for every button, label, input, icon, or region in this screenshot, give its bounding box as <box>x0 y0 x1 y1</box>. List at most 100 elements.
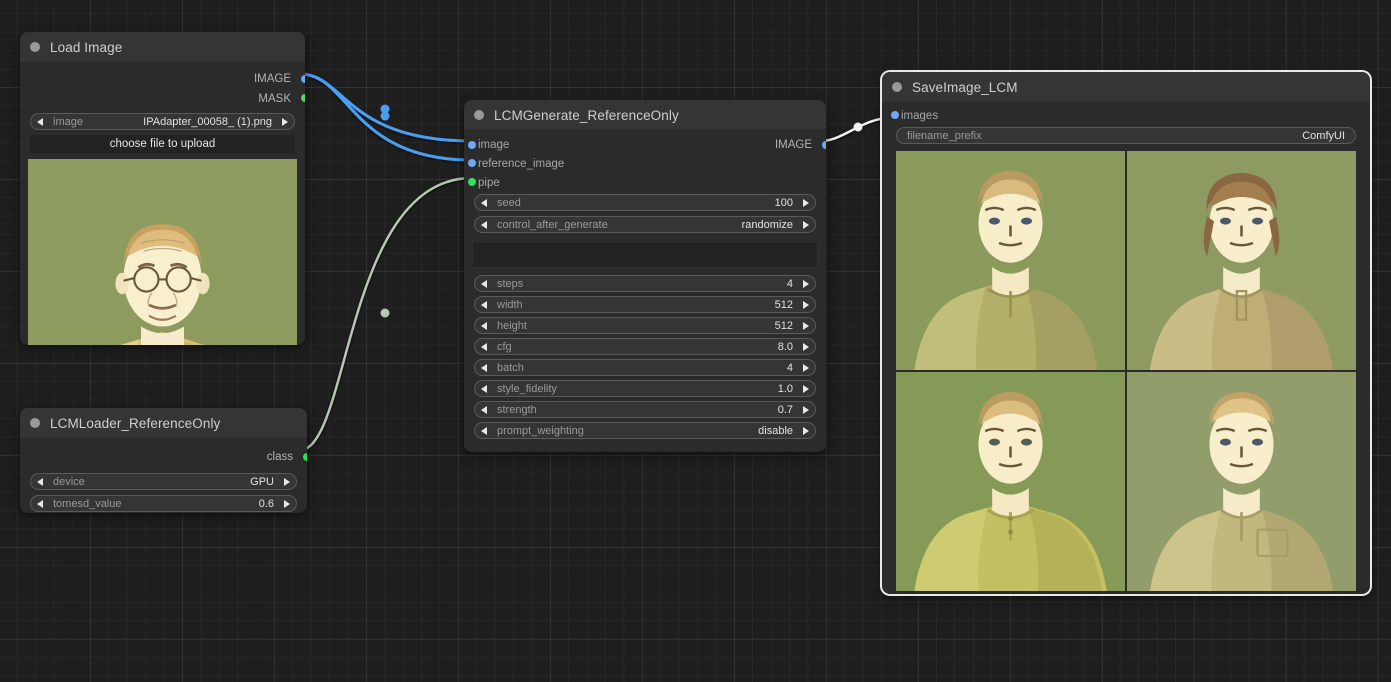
widget-value: 1.0 <box>777 382 793 395</box>
result-thumbnail[interactable] <box>896 151 1125 370</box>
increment-arrow-icon[interactable] <box>803 321 809 330</box>
link-midpoint-dot[interactable] <box>853 122 863 132</box>
widget-label: style_fidelity <box>497 382 557 395</box>
output-slot-image[interactable]: IMAGE <box>20 69 305 89</box>
input-slot-image[interactable]: image IMAGE <box>464 135 826 154</box>
node-body: class device GPU tomesd_value 0.6 <box>20 439 307 513</box>
image-slot-dot-icon[interactable] <box>891 111 899 119</box>
decrement-arrow-icon[interactable] <box>481 321 487 330</box>
increment-arrow-icon[interactable] <box>282 117 288 126</box>
decrement-arrow-icon[interactable] <box>481 342 487 351</box>
widget-value: randomize <box>741 218 793 231</box>
output-slot-mask[interactable]: MASK <box>20 89 305 108</box>
link-midpoint-dot[interactable] <box>380 111 390 121</box>
node-title-bar[interactable]: LCMLoader_ReferenceOnly <box>20 408 307 439</box>
increment-arrow-icon[interactable] <box>803 342 809 351</box>
node-title-text: LCMLoader_ReferenceOnly <box>50 415 221 431</box>
decrement-arrow-icon[interactable] <box>481 405 487 414</box>
image-slot-dot-icon[interactable] <box>468 141 476 149</box>
results-grid <box>896 151 1356 591</box>
widget-control-after-generate[interactable]: control_after_generate randomize <box>474 216 816 233</box>
output-slot-class[interactable]: class <box>20 447 307 467</box>
link-midpoint-dot[interactable] <box>380 308 390 318</box>
increment-arrow-icon[interactable] <box>284 499 290 508</box>
decrement-arrow-icon[interactable] <box>481 363 487 372</box>
widget-filename-prefix[interactable]: filename_prefix ComfyUI <box>896 127 1356 144</box>
result-thumbnail[interactable] <box>896 372 1125 591</box>
widget-width[interactable]: width 512 <box>474 296 816 313</box>
pipe-slot-dot-icon[interactable] <box>303 453 307 461</box>
mask-slot-dot-icon[interactable] <box>301 94 305 102</box>
node-body: image IMAGE reference_image pipe seed 10… <box>464 131 826 449</box>
increment-arrow-icon[interactable] <box>284 477 290 486</box>
decrement-arrow-icon[interactable] <box>481 300 487 309</box>
image-slot-dot-icon[interactable] <box>468 159 476 167</box>
increment-arrow-icon[interactable] <box>803 405 809 414</box>
widget-tomesd-value[interactable]: tomesd_value 0.6 <box>30 495 297 512</box>
output-slot-image[interactable]: IMAGE <box>775 139 826 151</box>
widget-label: tomesd_value <box>53 497 122 510</box>
increment-arrow-icon[interactable] <box>803 279 809 288</box>
prompt-textarea[interactable] <box>472 241 818 268</box>
widget-steps[interactable]: steps 4 <box>474 275 816 292</box>
image-slot-dot-icon[interactable] <box>301 75 305 83</box>
node-save-image-lcm[interactable]: SaveImage_LCM images filename_prefix Com… <box>882 72 1370 594</box>
image-slot-dot-icon[interactable] <box>822 141 826 149</box>
widget-strength[interactable]: strength 0.7 <box>474 401 816 418</box>
node-lcm-loader-reference-only[interactable]: LCMLoader_ReferenceOnly class device GPU… <box>20 408 307 513</box>
input-slot-reference-image[interactable]: reference_image <box>464 154 826 173</box>
widget-cfg[interactable]: cfg 8.0 <box>474 338 816 355</box>
increment-arrow-icon[interactable] <box>803 426 809 435</box>
decrement-arrow-icon[interactable] <box>481 220 487 229</box>
widget-style-fidelity[interactable]: style_fidelity 1.0 <box>474 380 816 397</box>
decrement-arrow-icon[interactable] <box>37 477 43 486</box>
link-midpoint-dot[interactable] <box>380 104 390 114</box>
decrement-arrow-icon[interactable] <box>481 279 487 288</box>
widget-device[interactable]: device GPU <box>30 473 297 490</box>
output-slot-label: MASK <box>258 92 291 105</box>
result-thumbnail[interactable] <box>1127 372 1356 591</box>
increment-arrow-icon[interactable] <box>803 363 809 372</box>
link-image-to-reference <box>299 72 473 162</box>
collapse-dot-icon[interactable] <box>474 110 484 120</box>
node-body: images filename_prefix ComfyUI <box>882 103 1370 594</box>
choose-file-to-upload-button[interactable]: choose file to upload <box>30 135 295 153</box>
node-title-bar[interactable]: Load Image <box>20 32 305 63</box>
result-thumbnail[interactable] <box>1127 151 1356 370</box>
input-slot-pipe[interactable]: pipe <box>464 173 826 192</box>
increment-arrow-icon[interactable] <box>803 220 809 229</box>
widget-label: batch <box>497 361 524 374</box>
node-load-image[interactable]: Load Image IMAGE MASK image IPAdapter_00… <box>20 32 305 345</box>
widget-height[interactable]: height 512 <box>474 317 816 334</box>
input-slot-label: image <box>478 138 510 151</box>
increment-arrow-icon[interactable] <box>803 198 809 207</box>
widget-image[interactable]: image IPAdapter_00058_ (1).png <box>30 113 295 130</box>
decrement-arrow-icon[interactable] <box>481 198 487 207</box>
link-image-to-image <box>299 72 473 143</box>
node-lcm-generate-reference-only[interactable]: LCMGenerate_ReferenceOnly image IMAGE re… <box>464 100 826 452</box>
collapse-dot-icon[interactable] <box>30 418 40 428</box>
node-title-bar[interactable]: SaveImage_LCM <box>882 72 1370 103</box>
increment-arrow-icon[interactable] <box>803 384 809 393</box>
increment-arrow-icon[interactable] <box>803 300 809 309</box>
collapse-dot-icon[interactable] <box>892 82 902 92</box>
decrement-arrow-icon[interactable] <box>481 384 487 393</box>
comfyui-graph-canvas[interactable]: Load Image IMAGE MASK image IPAdapter_00… <box>0 0 1391 682</box>
widget-seed[interactable]: seed 100 <box>474 194 816 211</box>
widget-prompt-weighting[interactable]: prompt_weighting disable <box>474 422 816 439</box>
widget-value: 8.0 <box>777 340 793 353</box>
output-slot-label: IMAGE <box>774 138 812 151</box>
decrement-arrow-icon[interactable] <box>37 117 43 126</box>
node-title-bar[interactable]: LCMGenerate_ReferenceOnly <box>464 100 826 131</box>
image-preview[interactable] <box>28 159 297 345</box>
decrement-arrow-icon[interactable] <box>481 426 487 435</box>
pipe-slot-dot-icon[interactable] <box>468 178 476 186</box>
widget-value: 4 <box>786 361 793 374</box>
widget-batch[interactable]: batch 4 <box>474 359 816 376</box>
input-slot-images[interactable]: images <box>882 106 1370 125</box>
widget-label: width <box>497 298 523 311</box>
widget-value: IPAdapter_00058_ (1).png <box>143 115 272 128</box>
widget-label: image <box>53 115 83 128</box>
decrement-arrow-icon[interactable] <box>37 499 43 508</box>
collapse-dot-icon[interactable] <box>30 42 40 52</box>
